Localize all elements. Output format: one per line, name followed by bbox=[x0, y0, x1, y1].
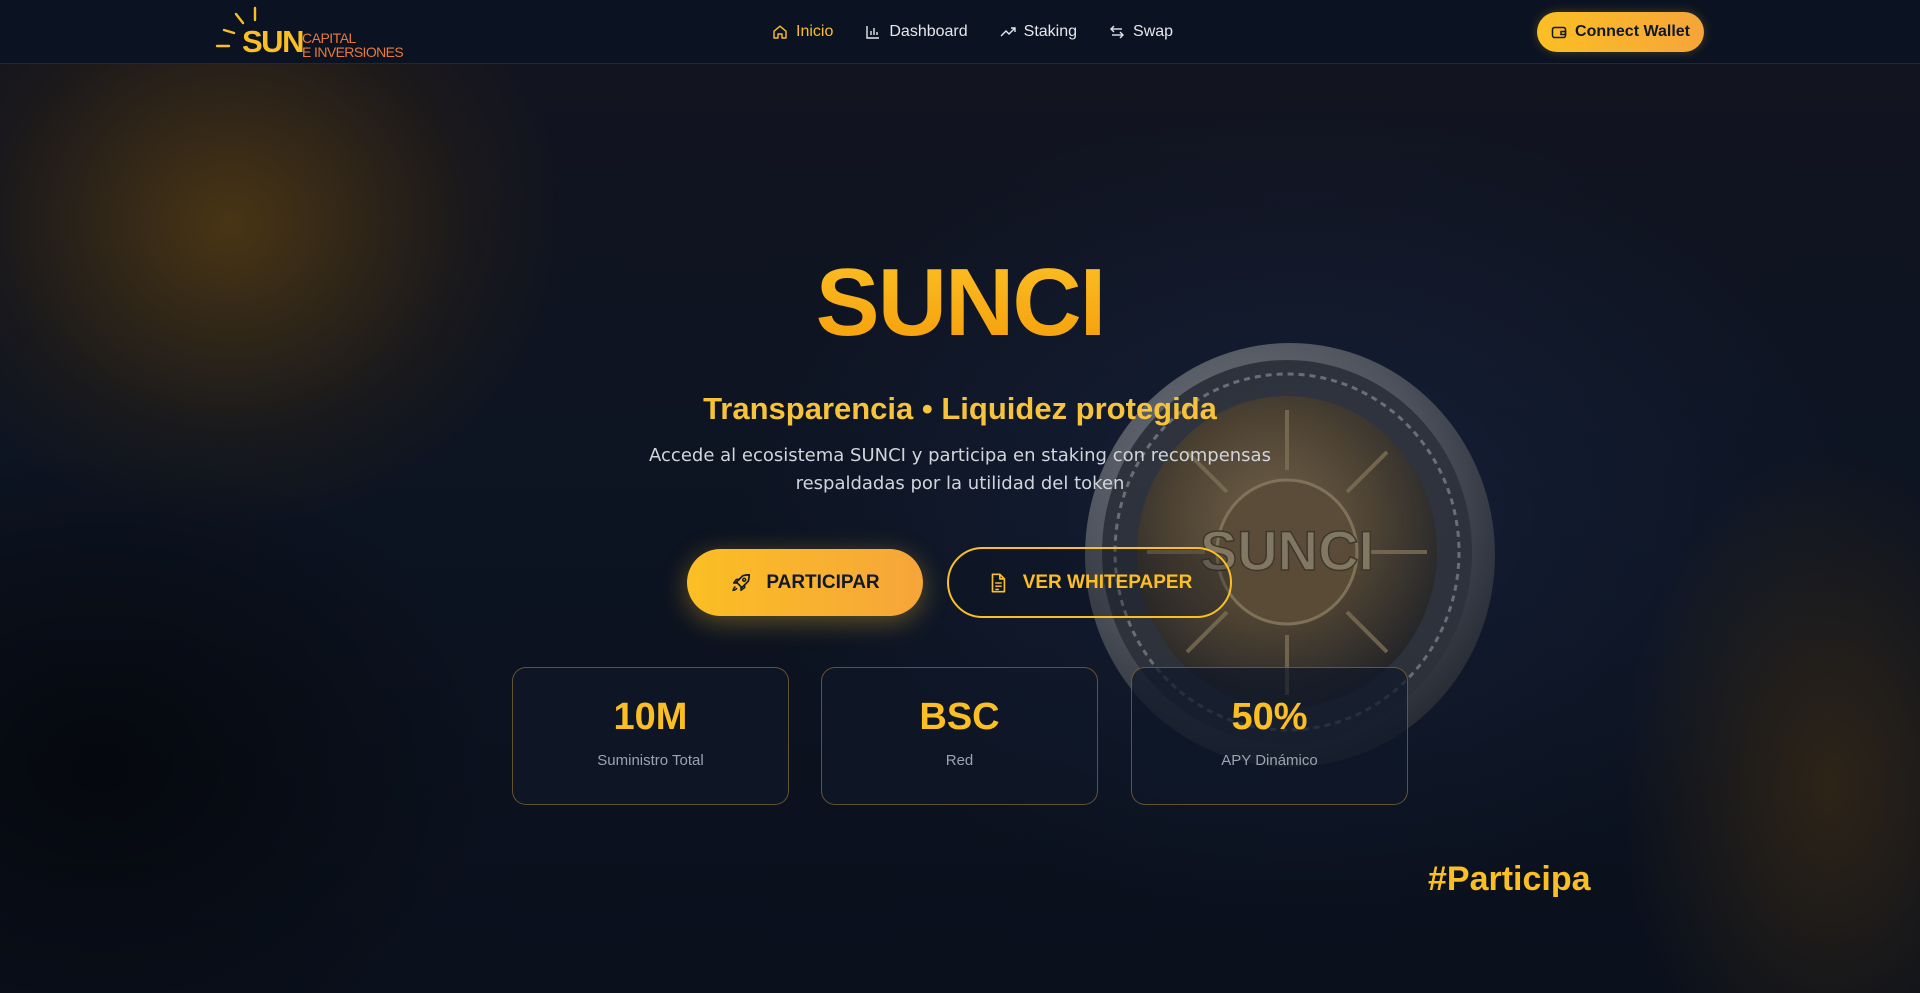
trending-up-icon bbox=[1000, 27, 1016, 37]
hero-description: Accede al ecosistema SUNCI y participa e… bbox=[640, 442, 1280, 498]
logo-line-inversiones: E INVERSIONES bbox=[302, 44, 404, 60]
bar-chart-icon bbox=[866, 26, 880, 39]
logo-word: SUN bbox=[242, 24, 304, 59]
brand-logo[interactable]: SUN CAPITAL E INVERSIONES bbox=[214, 4, 406, 60]
nav-item-label: Swap bbox=[1133, 23, 1174, 40]
nav-item-inicio[interactable]: Inicio bbox=[772, 0, 833, 64]
logo-line-capital: CAPITAL bbox=[302, 30, 356, 46]
stat-label: Red bbox=[945, 752, 974, 769]
stat-card-apy: 50% APY Dinámico bbox=[1131, 667, 1408, 805]
whitepaper-label: VER WHITEPAPER bbox=[1022, 571, 1193, 593]
hero-title: SUNCI bbox=[0, 255, 1920, 351]
home-icon bbox=[773, 25, 787, 39]
nav-item-staking[interactable]: Staking bbox=[1000, 0, 1077, 64]
whitepaper-button[interactable]: VER WHITEPAPER bbox=[947, 547, 1232, 618]
stat-label: Suministro Total bbox=[597, 752, 704, 769]
participar-button[interactable]: PARTICIPAR bbox=[687, 549, 923, 616]
stat-card-supply: 10M Suministro Total bbox=[512, 667, 789, 805]
connect-wallet-label: Connect Wallet bbox=[1575, 23, 1690, 40]
stat-value: 50% bbox=[1231, 696, 1308, 738]
document-icon bbox=[991, 572, 1005, 593]
main-nav: Inicio Dashboard Staking Swap bbox=[772, 0, 1205, 64]
nav-item-label: Dashboard bbox=[889, 23, 968, 40]
participa-hashtag: #Participa bbox=[1428, 860, 1591, 898]
participar-label: PARTICIPAR bbox=[766, 571, 880, 593]
nav-item-dashboard[interactable]: Dashboard bbox=[865, 0, 968, 64]
hero-description-line1: Accede al ecosistema SUNCI y participa e… bbox=[649, 445, 1271, 466]
navbar: SUN CAPITAL E INVERSIONES Inicio Dashboa… bbox=[0, 0, 1920, 64]
stat-label: APY Dinámico bbox=[1221, 752, 1318, 769]
rocket-icon bbox=[732, 573, 751, 591]
hero-background bbox=[0, 64, 1920, 993]
wallet-icon bbox=[1551, 26, 1567, 39]
nav-item-swap[interactable]: Swap bbox=[1109, 0, 1173, 64]
hero-description-line2: respaldadas por la utilidad del token bbox=[795, 473, 1125, 494]
connect-wallet-button[interactable]: Connect Wallet bbox=[1537, 12, 1704, 52]
stat-card-network: BSC Red bbox=[821, 667, 1098, 805]
swap-arrows-icon bbox=[1110, 25, 1125, 39]
nav-item-label: Staking bbox=[1023, 23, 1078, 40]
nav-item-label: Inicio bbox=[796, 23, 834, 40]
stat-value: 10M bbox=[613, 696, 688, 738]
hero-tagline: Transparencia • Liquidez protegida bbox=[703, 391, 1217, 426]
stat-value: BSC bbox=[919, 696, 1000, 738]
